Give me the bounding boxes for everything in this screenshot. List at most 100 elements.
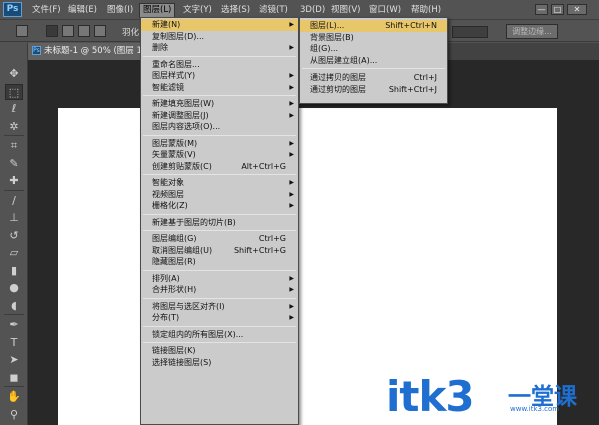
layer-menu-item[interactable]: 删除 ▶: [141, 42, 298, 54]
new-submenu-item[interactable]: 从图层建立组(A)...: [300, 55, 447, 67]
path-selection-tool-icon[interactable]: ➤: [5, 352, 23, 368]
move-tool-icon[interactable]: ✥: [5, 66, 23, 82]
new-submenu-item[interactable]: 图层(L)... Shift+Ctrl+N: [300, 20, 447, 32]
menu-10[interactable]: 帮助(H): [408, 4, 444, 17]
menu-item-label: 新建调整图层(J): [152, 110, 209, 120]
submenu-arrow-icon: ▶: [289, 21, 294, 28]
marquee-tool-icon[interactable]: ⬚: [5, 83, 23, 100]
menu-5[interactable]: 选择(S): [218, 4, 253, 17]
menu-separator: [143, 297, 296, 299]
layer-menu-item[interactable]: 新建调整图层(J) ▶: [141, 110, 298, 122]
document-tab-title: 未标题-1 @ 50% (图层 1, RGB/8) *: [44, 46, 145, 56]
watermark-text: itk3: [386, 372, 475, 421]
document-canvas[interactable]: [58, 108, 557, 425]
submenu-item-label: 通过剪切的图层: [310, 84, 366, 94]
layer-menu-item[interactable]: 新建基于图层的切片(B): [141, 217, 298, 229]
layer-menu-item[interactable]: 合并形状(H) ▶: [141, 284, 298, 296]
clone-stamp-tool-icon[interactable]: ⊥: [5, 210, 23, 226]
minimize-button[interactable]: —: [535, 4, 548, 15]
hand-tool-icon[interactable]: ✋: [5, 389, 23, 405]
toolbar-divider: [4, 386, 24, 387]
layer-menu-item[interactable]: 选择链接图层(S): [141, 357, 298, 369]
submenu-item-label: 从图层建立组(A)...: [310, 55, 378, 65]
layer-menu-item[interactable]: 图层内容选项(O)...: [141, 121, 298, 133]
layer-menu-item[interactable]: 新建(N) ▶: [141, 19, 298, 31]
maximize-button[interactable]: □: [551, 4, 564, 15]
add-selection-button[interactable]: [62, 25, 74, 37]
gradient-tool-icon[interactable]: ▮: [5, 263, 23, 279]
layer-menu-item[interactable]: 图层样式(Y) ▶: [141, 70, 298, 82]
menu-item-label: 隐藏图层(R): [152, 257, 196, 266]
menu-item-label: 复制图层(D)...: [152, 31, 205, 41]
refine-edge-button[interactable]: 调整边缘...: [506, 24, 558, 39]
zoom-tool-icon[interactable]: ⚲: [5, 407, 23, 423]
new-submenu-item[interactable]: 通过拷贝的图层 Ctrl+J: [300, 72, 447, 84]
new-submenu-item[interactable]: 组(G)...: [300, 43, 447, 55]
menu-separator: [143, 213, 296, 215]
layer-menu-item[interactable]: 分布(T) ▶: [141, 312, 298, 324]
menu-item-label: 图层内容选项(O)...: [152, 122, 221, 131]
layer-menu-item[interactable]: 隐藏图层(R): [141, 256, 298, 268]
type-tool-icon[interactable]: T: [5, 335, 23, 351]
menu-item-label: 将图层与选区对齐(I): [152, 301, 225, 311]
menu-item-label: 锁定组内的所有图层(X)...: [152, 329, 244, 339]
menu-1[interactable]: 编辑(E): [65, 4, 100, 17]
menu-7[interactable]: 3D(D): [297, 4, 328, 17]
photoshop-logo[interactable]: Ps: [3, 2, 22, 17]
layer-menu-item[interactable]: 图层编组(G) Ctrl+G: [141, 233, 298, 245]
layer-menu-item[interactable]: 智能对象 ▶: [141, 177, 298, 189]
new-submenu-item[interactable]: 通过剪切的图层 Shift+Ctrl+J: [300, 84, 447, 96]
pen-tool-icon[interactable]: ✒: [5, 317, 23, 333]
submenu-arrow-icon: ▶: [289, 314, 294, 321]
width-field[interactable]: [452, 26, 488, 38]
layer-menu-item[interactable]: 复制图层(D)...: [141, 31, 298, 43]
menu-6[interactable]: 滤镜(T): [256, 4, 291, 17]
menu-0[interactable]: 文件(F): [29, 4, 64, 17]
subtract-selection-button[interactable]: [78, 25, 90, 37]
menu-8[interactable]: 视图(V): [328, 4, 363, 17]
blur-tool-icon[interactable]: ●: [5, 280, 23, 296]
layer-menu-item[interactable]: 矢量蒙版(V) ▶: [141, 149, 298, 161]
marquee-preset-button[interactable]: [16, 25, 28, 37]
menu-item-label: 取消图层编组(U): [152, 245, 213, 255]
menu-2[interactable]: 图像(I): [104, 4, 136, 17]
new-submenu-item[interactable]: 背景图层(B): [300, 32, 447, 44]
lasso-tool-icon[interactable]: ℓ: [5, 101, 23, 117]
layer-menu-item[interactable]: 将图层与选区对齐(I) ▶: [141, 301, 298, 313]
shape-tool-icon[interactable]: ◼: [5, 370, 23, 386]
menu-item-label: 新建(N): [152, 20, 181, 29]
submenu-item-shortcut: Shift+Ctrl+J: [388, 84, 437, 94]
menu-item-label: 新建填充图层(W): [152, 99, 215, 108]
menu-item-label: 视频图层: [152, 189, 184, 199]
layer-menu-item[interactable]: 新建填充图层(W) ▶: [141, 98, 298, 110]
close-button[interactable]: ✕: [567, 4, 587, 15]
new-selection-button[interactable]: [46, 25, 58, 37]
layer-menu-item[interactable]: 视频图层 ▶: [141, 189, 298, 201]
layer-menu-item[interactable]: 创建剪贴蒙版(C) Alt+Ctrl+G: [141, 161, 298, 173]
menu-3[interactable]: 图层(L): [138, 3, 176, 18]
layer-menu-item[interactable]: 锁定组内的所有图层(X)...: [141, 329, 298, 341]
eraser-tool-icon[interactable]: ▱: [5, 245, 23, 261]
toolbar-divider: [4, 135, 24, 136]
layer-menu-item[interactable]: 图层蒙版(M) ▶: [141, 138, 298, 150]
layer-menu-item[interactable]: 排列(A) ▶: [141, 273, 298, 285]
submenu-arrow-icon: ▶: [289, 302, 294, 310]
eyedropper-tool-icon[interactable]: ✎: [5, 156, 23, 172]
brush-tool-icon[interactable]: ∕: [5, 193, 23, 209]
dodge-tool-icon[interactable]: ◖: [5, 298, 23, 314]
crop-tool-icon[interactable]: ⌗: [5, 138, 23, 154]
history-brush-tool-icon[interactable]: ↺: [5, 228, 23, 244]
submenu-arrow-icon: ▶: [289, 286, 294, 293]
menu-9[interactable]: 窗口(W): [366, 4, 404, 17]
healing-brush-tool-icon[interactable]: ✚: [5, 173, 23, 189]
layer-menu-item[interactable]: 栅格化(Z) ▶: [141, 200, 298, 212]
layer-menu-item[interactable]: 重命名图层...: [141, 59, 298, 71]
menu-4[interactable]: 文字(Y): [180, 4, 215, 17]
layer-menu-item[interactable]: 链接图层(K): [141, 345, 298, 357]
intersect-selection-button[interactable]: [94, 25, 106, 37]
magic-wand-tool-icon[interactable]: ✲: [5, 119, 23, 135]
document-tab[interactable]: Ps未标题-1 @ 50% (图层 1, RGB/8) *: [28, 43, 146, 60]
layer-menu-item[interactable]: 智能滤镜 ▶: [141, 82, 298, 94]
menu-item-label: 分布(T): [152, 313, 180, 322]
layer-menu-item[interactable]: 取消图层编组(U) Shift+Ctrl+G: [141, 245, 298, 257]
